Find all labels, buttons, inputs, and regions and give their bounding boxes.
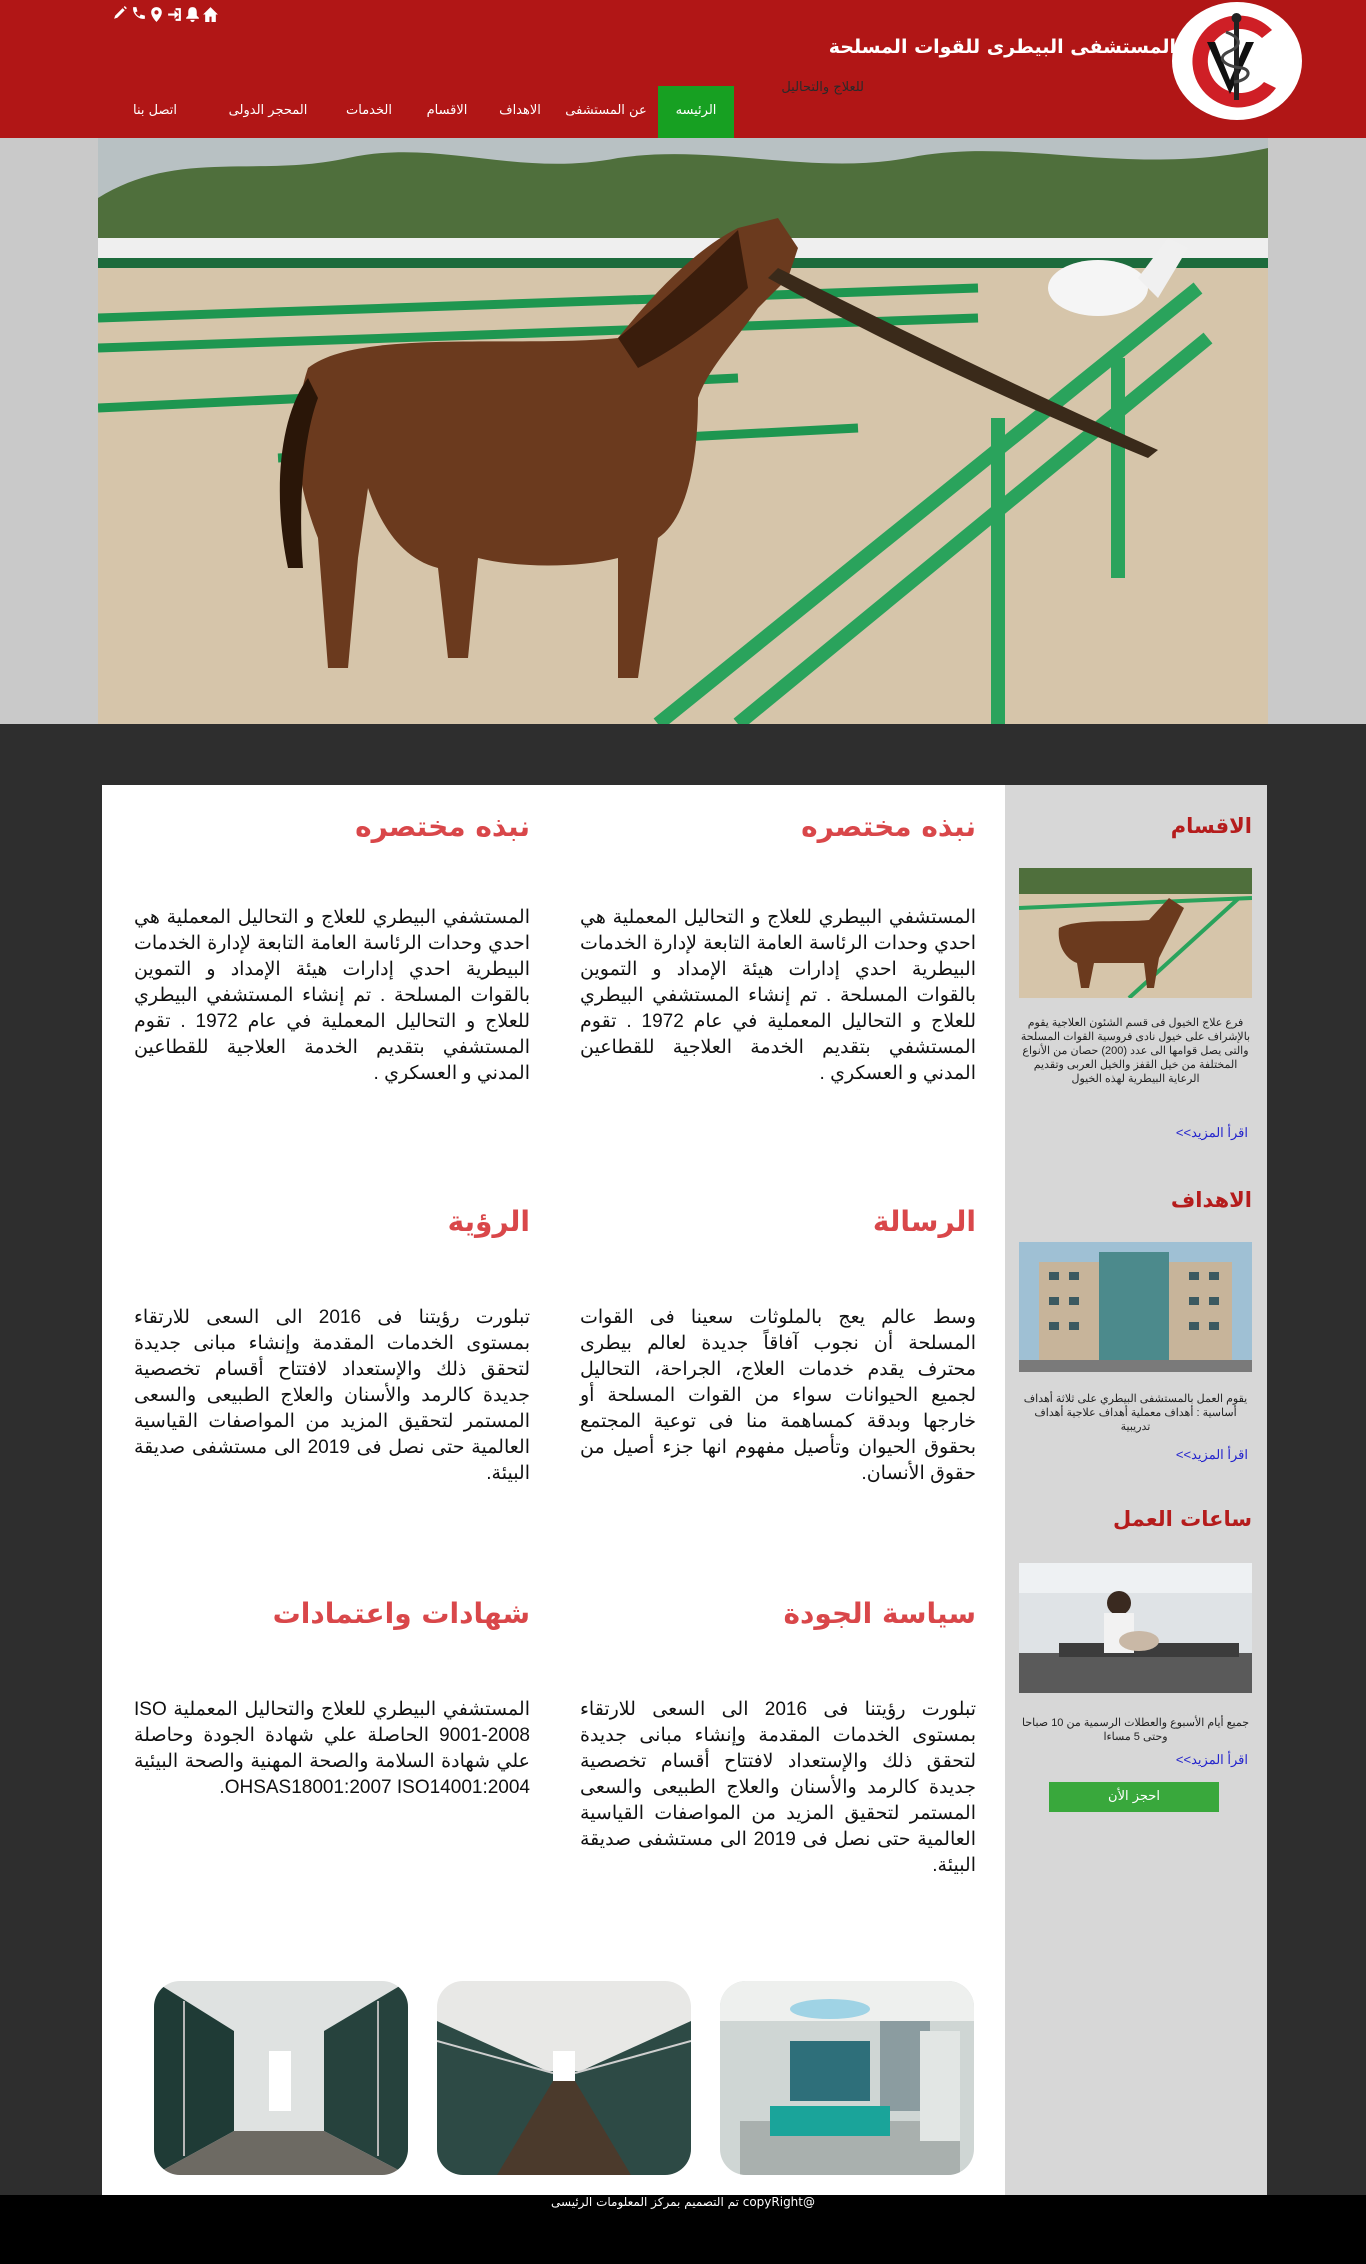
section-title-brief-2: نبذه مختصره — [355, 810, 530, 843]
veterinary-caduceus-logo[interactable] — [1172, 2, 1302, 120]
edit-icon[interactable] — [112, 6, 129, 23]
nav-item-about[interactable]: عن المستشفى — [560, 86, 652, 138]
section-title-mission: الرسالة — [872, 1205, 976, 1238]
section-title-vision: الرؤية — [447, 1205, 530, 1238]
book-now-button[interactable]: احجز الأن — [1049, 1782, 1219, 1812]
home-icon[interactable] — [202, 6, 219, 23]
gallery-image-stables[interactable] — [154, 1981, 408, 2175]
nav-item-home[interactable]: الرئيسه — [658, 86, 734, 138]
read-more-link-goals[interactable]: اقرأ المزيد>> — [1176, 1447, 1248, 1463]
phone-icon[interactable] — [130, 6, 147, 23]
site-title: المستشفى البيطرى للقوات المسلحة — [828, 36, 1176, 58]
login-icon[interactable] — [166, 6, 183, 23]
sidebar-text-departments: فرع علاج الخيول فى قسم الشئون العلاجية ي… — [1020, 1017, 1251, 1085]
main-nav: الرئيسه عن المستشفى الاهداف الاقسام الخد… — [114, 86, 734, 138]
nav-item-contact[interactable]: اتصل بنا — [114, 86, 196, 138]
nav-item-departments[interactable]: الاقسام — [414, 86, 480, 138]
gallery-image-corridor[interactable] — [437, 1981, 691, 2175]
bell-icon[interactable] — [184, 6, 201, 23]
hero-horse-image — [98, 138, 1268, 724]
sidebar-title-goals: الاهداف — [1170, 1188, 1252, 1212]
site-subtitle: للعلاج والتحاليل — [781, 80, 864, 95]
section-text-certificates: المستشفي البيطري للعلاج والتحاليل المعمل… — [134, 1699, 530, 1798]
sidebar-title-departments: الاقسام — [1170, 814, 1252, 838]
section-text-quality-policy: تبلورت رؤيتنا فى 2016 الى السعى للارتقاء… — [580, 1699, 976, 1876]
section-text-vision: تبلورت رؤيتنا فى 2016 الى السعى للارتقاء… — [134, 1307, 530, 1484]
section-text-mission: وسط عالم يعج بالملوثات سعينا فى القوات ا… — [580, 1307, 976, 1484]
footer-copyright: @copyRight تم التصميم بمركز المعلومات ال… — [550, 2195, 815, 2209]
sidebar-image-vet-exam[interactable] — [1019, 1563, 1252, 1693]
nav-item-goals[interactable]: الاهداف — [486, 86, 554, 138]
sidebar-text-goals: يقوم العمل بالمستشفى البيطري على ثلاثة أ… — [1023, 1393, 1248, 1433]
location-icon[interactable] — [148, 6, 165, 23]
section-text-brief: المستشفي البيطري للعلاج و التحاليل المعم… — [580, 907, 976, 1084]
sidebar-title-working-hours: ساعات العمل — [1113, 1507, 1252, 1531]
section-title-certificates: شهادات واعتمادات — [272, 1597, 530, 1630]
site-header: المستشفى البيطرى للقوات المسلحة للعلاج و… — [0, 0, 1366, 138]
sidebar-image-horse[interactable] — [1019, 868, 1252, 998]
section-title-quality-policy: سياسة الجودة — [783, 1597, 977, 1630]
read-more-link-working-hours[interactable]: اقرأ المزيد>> — [1176, 1752, 1248, 1768]
nav-item-services[interactable]: الخدمات — [332, 86, 406, 138]
site-footer: @copyRight تم التصميم بمركز المعلومات ال… — [0, 2195, 1366, 2264]
section-title-brief: نبذه مختصره — [801, 810, 976, 843]
section-text-brief-2: المستشفي البيطري للعلاج و التحاليل المعم… — [134, 907, 530, 1084]
read-more-link-departments[interactable]: اقرأ المزيد>> — [1176, 1125, 1248, 1141]
sidebar-text-working-hours: جميع أيام الأسبوع والعطلات الرسمية من 10… — [1021, 1717, 1250, 1743]
nav-item-quarantine[interactable]: المحجر الدولى — [212, 86, 324, 138]
sidebar-image-hospital-building[interactable] — [1019, 1242, 1252, 1372]
top-icon-bar — [112, 6, 222, 26]
gallery-image-operating-room[interactable] — [720, 1981, 974, 2175]
